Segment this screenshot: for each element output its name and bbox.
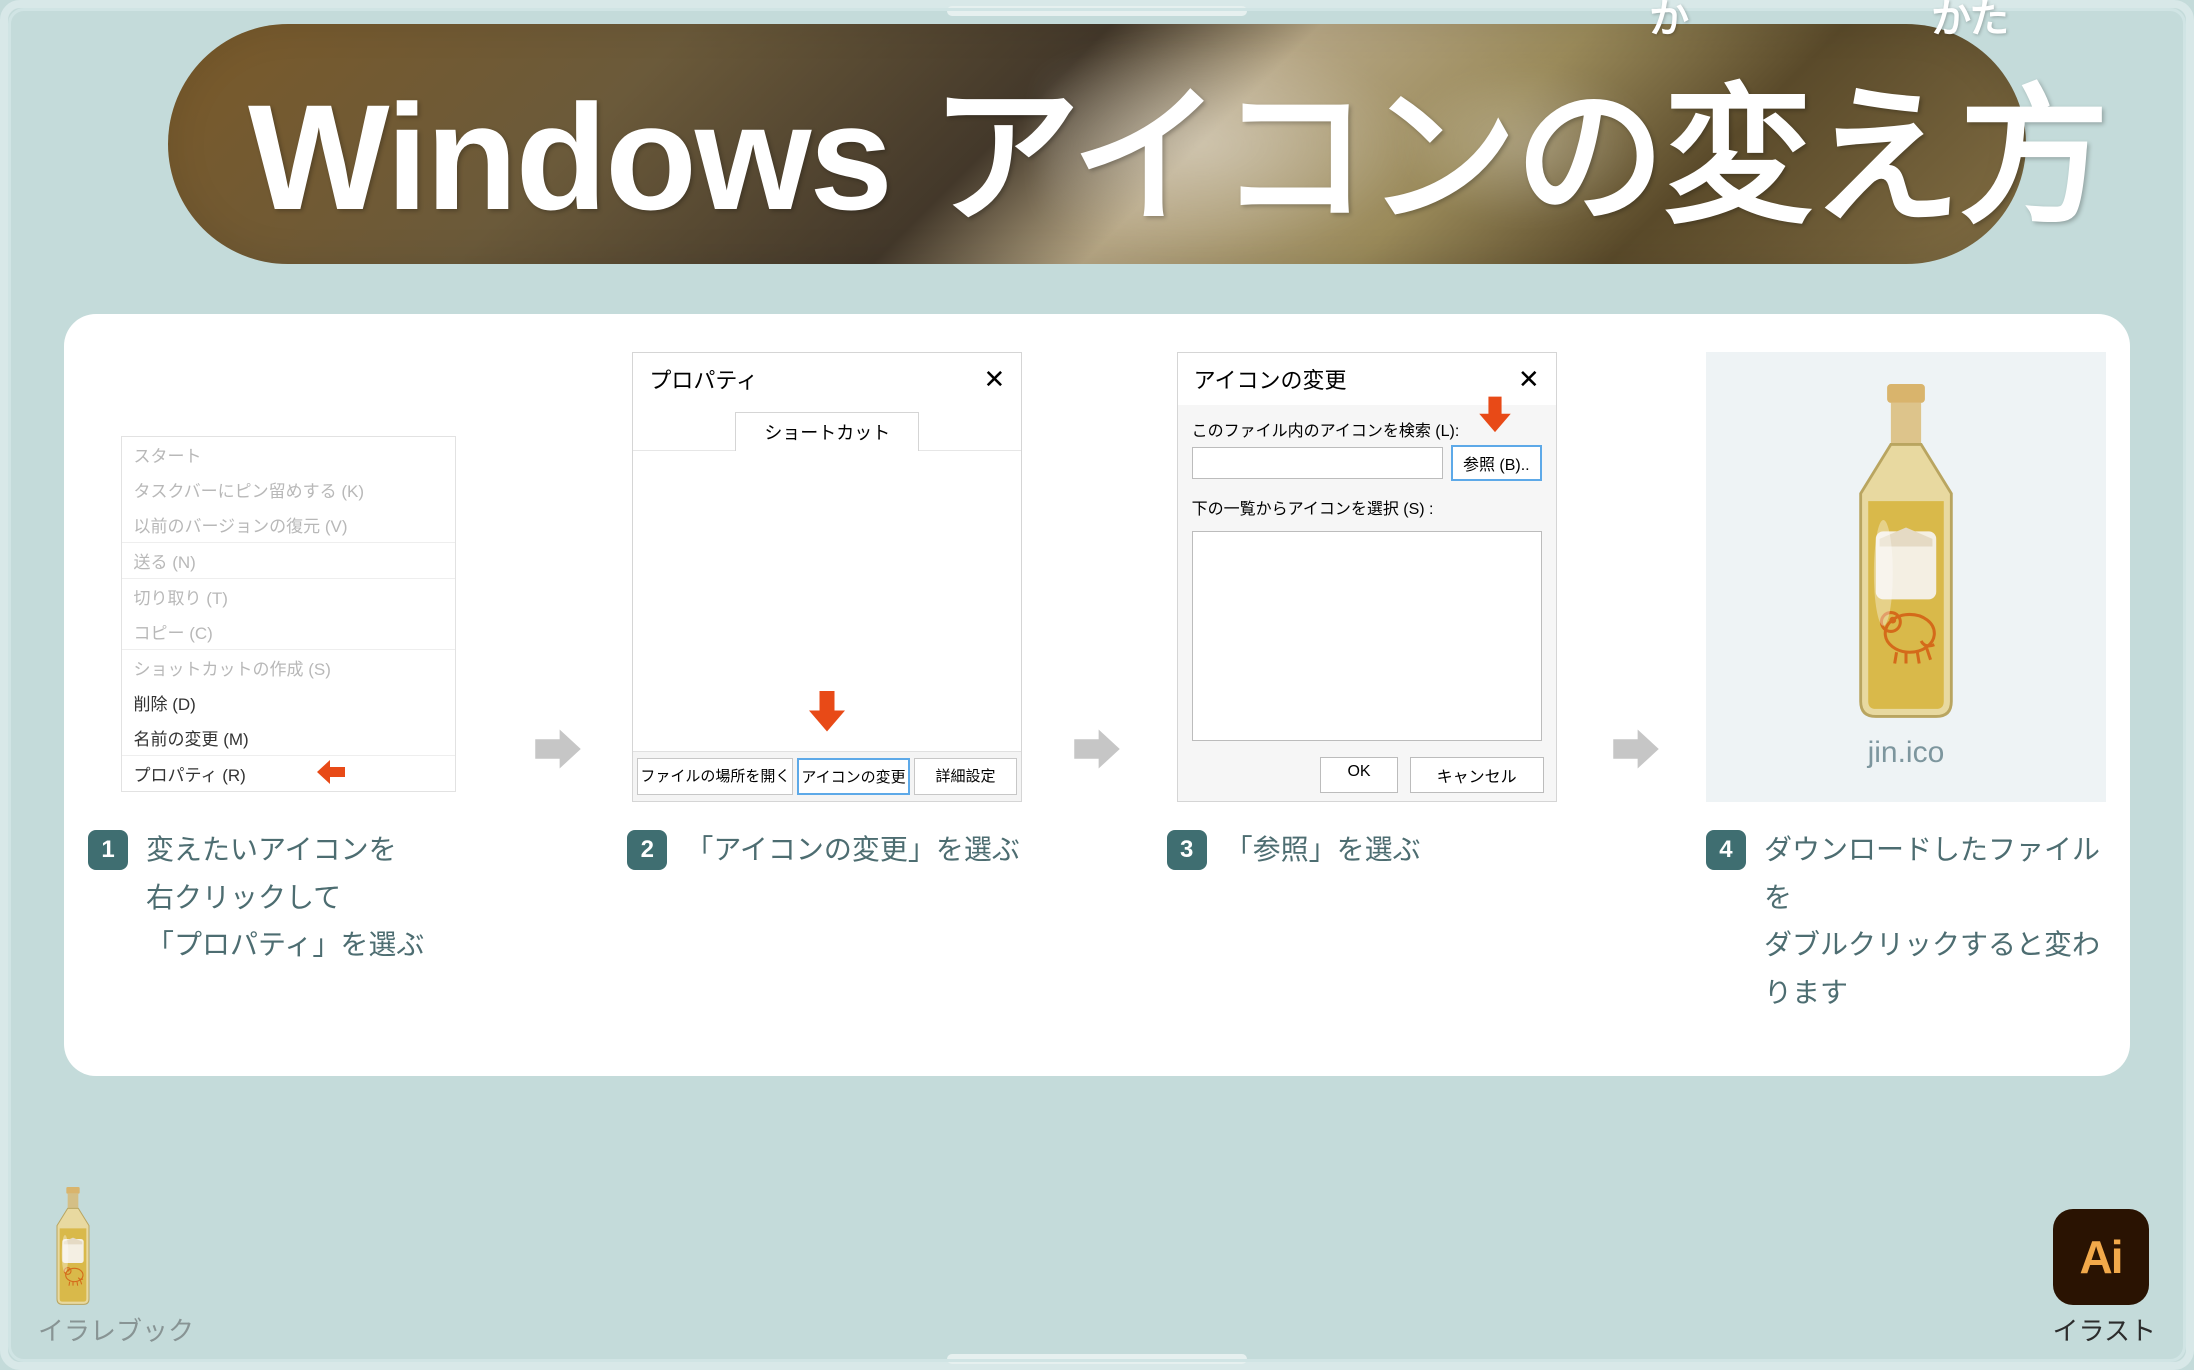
ctx-item-delete[interactable]: 削除 (D) bbox=[122, 685, 455, 720]
step-number: 2 bbox=[627, 830, 667, 870]
ctx-item[interactable]: スタート bbox=[122, 437, 455, 472]
pointer-arrow-icon bbox=[1474, 389, 1516, 446]
dialog-title: アイコンの変更 bbox=[1194, 363, 1347, 395]
bottle-icon bbox=[38, 1187, 108, 1307]
tab-shortcut[interactable]: ショートカット bbox=[735, 412, 919, 451]
step-number: 3 bbox=[1167, 830, 1207, 870]
flow-arrow-icon bbox=[1601, 342, 1671, 1016]
cancel-button[interactable]: キャンセル bbox=[1410, 757, 1544, 793]
advanced-button[interactable]: 詳細設定 bbox=[914, 758, 1018, 795]
icon-list[interactable] bbox=[1192, 531, 1542, 741]
step-caption: 変えたいアイコンを 右クリックして 「プロパティ」を選ぶ bbox=[146, 826, 424, 969]
brand-label: イラレブック bbox=[38, 1311, 194, 1348]
ctx-item-rename[interactable]: 名前の変更 (M) bbox=[122, 720, 455, 755]
step-caption: 「参照」を選ぶ bbox=[1225, 826, 1421, 874]
close-icon[interactable]: ✕ bbox=[984, 364, 1006, 395]
step-caption: ダウンロードしたファイルを ダブルクリックすると変わります bbox=[1764, 826, 2106, 1016]
ctx-item-cut[interactable]: 切り取り (T) bbox=[122, 578, 455, 614]
step-1: スタート タスクバーにピン留めする (K) 以前のバージョンの復元 (V) 送る… bbox=[88, 342, 488, 1016]
app-label: イラスト bbox=[2053, 1311, 2156, 1348]
ok-button[interactable]: OK bbox=[1320, 757, 1397, 793]
page-title: か かた Windows アイコンの変え方 bbox=[248, 36, 2107, 253]
change-icon-dialog: アイコンの変更 ✕ このファイル内のアイコンを検索 (L): 参照 (B).. … bbox=[1177, 352, 1557, 802]
properties-dialog: プロパティ ✕ ショートカット ファイルの場所を開く アイコンの変更 bbox=[632, 352, 1022, 802]
pointer-arrow-icon bbox=[307, 756, 355, 793]
step-2: プロパティ ✕ ショートカット ファイルの場所を開く アイコンの変更 bbox=[627, 342, 1027, 1016]
select-label: 下の一覧からアイコンを選択 (S) : bbox=[1192, 495, 1542, 519]
flow-arrow-icon bbox=[1062, 342, 1132, 1016]
ctx-item-properties[interactable]: プロパティ (R) bbox=[122, 755, 455, 791]
ruby-kata: かた bbox=[1931, 0, 2007, 44]
flow-arrow-icon bbox=[523, 342, 593, 1016]
step-number: 4 bbox=[1706, 830, 1746, 870]
bottle-icon bbox=[1806, 384, 2006, 724]
browse-button[interactable]: 参照 (B).. bbox=[1451, 445, 1542, 481]
close-icon[interactable]: ✕ bbox=[1518, 364, 1540, 395]
open-file-location-button[interactable]: ファイルの場所を開く bbox=[637, 758, 793, 795]
step-number: 1 bbox=[88, 830, 128, 870]
dialog-title: プロパティ bbox=[649, 363, 758, 395]
ctx-item[interactable]: タスクバーにピン留めする (K) bbox=[122, 472, 455, 507]
ctx-item-copy[interactable]: コピー (C) bbox=[122, 614, 455, 649]
title-banner: か かた Windows アイコンの変え方 bbox=[168, 24, 2026, 264]
ctx-item-send[interactable]: 送る (N) bbox=[122, 542, 455, 578]
step-3: アイコンの変更 ✕ このファイル内のアイコンを検索 (L): 参照 (B).. … bbox=[1167, 342, 1567, 1016]
result-filename: jin.ico bbox=[1868, 736, 1945, 770]
ruby-ka: か bbox=[1649, 0, 1687, 44]
ctx-item-create-shortcut[interactable]: ショットカットの作成 (S) bbox=[122, 649, 455, 685]
brand-footer: イラレブック bbox=[38, 1187, 194, 1348]
step-caption: 「アイコンの変更」を選ぶ bbox=[685, 826, 1020, 874]
app-footer: Ai イラスト bbox=[2053, 1209, 2156, 1348]
pointer-arrow-icon bbox=[803, 684, 851, 745]
steps-card: スタート タスクバーにピン留めする (K) 以前のバージョンの復元 (V) 送る… bbox=[64, 314, 2130, 1076]
context-menu: スタート タスクバーにピン留めする (K) 以前のバージョンの復元 (V) 送る… bbox=[121, 436, 456, 792]
change-icon-button[interactable]: アイコンの変更 bbox=[797, 758, 909, 795]
result-preview: jin.ico bbox=[1706, 352, 2106, 802]
ctx-item[interactable]: 以前のバージョンの復元 (V) bbox=[122, 507, 455, 542]
icon-path-input[interactable] bbox=[1192, 447, 1443, 479]
illustrator-icon: Ai bbox=[2053, 1209, 2149, 1305]
step-4: jin.ico 4 ダウンロードしたファイルを ダブルクリックすると変わります bbox=[1706, 342, 2106, 1016]
